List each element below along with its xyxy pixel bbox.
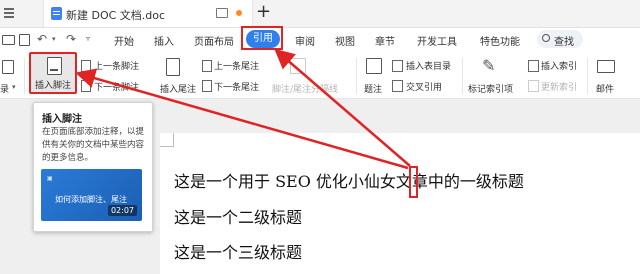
tooltip-description: 在页面底部添加注释，以提供有关你的文档中某些内容的更多信息。 [42, 127, 145, 163]
tooltip-title: 插入脚注 [42, 114, 82, 125]
video-duration: 02:07 [107, 205, 137, 216]
video-title: 如何添加脚注、尾注 [55, 195, 127, 204]
video-logo-icon: ▣ [47, 175, 53, 182]
tooltip-video[interactable]: ▣ 如何添加脚注、尾注 02:07 [41, 169, 142, 221]
